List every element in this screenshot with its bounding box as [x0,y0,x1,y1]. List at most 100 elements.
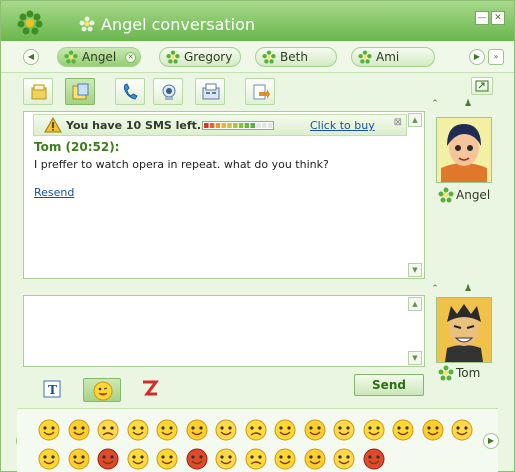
title-bar[interactable]: Angel conversation — ✕ [1,1,514,41]
tab-ami[interactable]: Ami [351,47,435,67]
confused-emoticon-icon[interactable] [244,418,268,442]
tab-angel[interactable]: Angel ✕ [57,47,141,67]
buy-sms-link[interactable]: Click to buy [310,119,375,132]
sleepy-emoticon-icon[interactable] [37,447,61,471]
contact-tab-strip: ◀ Angel ✕ Gregory Beth Ami ▶ » [1,41,514,73]
cold-emoticon-icon[interactable] [303,447,327,471]
waving-emoticon-icon[interactable] [450,418,474,442]
expand-window-button[interactable] [471,77,493,95]
scroll-down-icon[interactable]: ▼ [408,351,422,365]
sms-notice-bar: You have 10 SMS left. Click to buy ⊠ [33,114,407,136]
devil-emoticon-icon[interactable] [96,447,120,471]
sms-meter-segment [204,123,209,128]
close-tab-icon[interactable]: ✕ [125,52,136,63]
grin-emoticon-icon[interactable] [155,418,179,442]
laugh-emoticon-icon[interactable] [273,418,297,442]
happy-emoticon-icon[interactable] [273,447,297,471]
angel-avatar[interactable] [436,117,492,183]
puzzled-emoticon-icon[interactable] [126,447,150,471]
smirk-emoticon-icon[interactable] [67,447,91,471]
angel-emoticon-icon[interactable] [362,418,386,442]
send-button[interactable]: Send [354,374,424,396]
surprised-emoticon-icon[interactable] [126,418,150,442]
online-flower-icon [64,50,78,64]
text-format-icon: T [43,380,61,398]
sms-meter-segment [233,123,238,128]
tab-label: Gregory [184,50,233,64]
angry-emoticon-icon[interactable] [185,447,209,471]
crying-emoticon-icon[interactable] [244,447,268,471]
emoticon-icon [93,381,113,401]
emoticon-button[interactable] [83,378,121,402]
svg-text:T: T [48,383,57,397]
sheep-emoticon-icon[interactable] [332,447,356,471]
scroll-track[interactable] [408,311,423,351]
send-file-button[interactable] [245,78,275,105]
scroll-up-icon[interactable]: ▲ [408,297,422,311]
collapse-avatar-icon[interactable]: ⌃ [428,284,442,294]
tongue-emoticon-icon[interactable] [214,418,238,442]
emoticon-panel [17,408,498,472]
close-button[interactable]: ✕ [491,11,505,25]
online-flower-icon [262,50,276,64]
sms-icon [72,83,89,100]
blush-emoticon-icon[interactable] [303,418,327,442]
contact-details-icon[interactable]: ♟ [461,284,475,294]
history-scrollbar[interactable]: ▲ ▼ [408,113,423,279]
notes-button[interactable] [23,78,53,105]
collapse-avatar-icon[interactable]: ⌃ [428,99,442,109]
sad-emoticon-icon[interactable] [96,418,120,442]
angel-avatar-image [437,118,491,182]
sms-meter-segment [215,123,221,128]
cool-emoticon-icon[interactable] [185,418,209,442]
close-notice-icon[interactable]: ⊠ [394,117,402,128]
minimize-button[interactable]: — [475,11,489,25]
chat-history-panel[interactable]: You have 10 SMS left. Click to buy ⊠ Tom… [23,111,425,279]
fax-icon [202,83,220,100]
heart-emoticon-icon[interactable] [362,447,386,471]
webcam-icon [162,84,176,100]
tab-beth[interactable]: Beth [255,47,337,67]
tabs-list-button[interactable]: » [488,49,504,65]
sms-meter-fill [204,123,273,128]
sms-meter-segment [244,123,250,128]
tab-gregory[interactable]: Gregory [159,47,241,67]
online-flower-icon [438,365,454,381]
shy-emoticon-icon[interactable] [421,418,445,442]
online-flower-icon [438,187,454,203]
scroll-up-icon[interactable]: ▲ [408,113,422,127]
fax-button[interactable] [195,78,225,105]
message-input[interactable]: ▲ ▼ [23,295,425,367]
nerd-emoticon-icon[interactable] [214,447,238,471]
input-scrollbar[interactable]: ▲ ▼ [408,297,423,367]
sms-meter-segment [209,123,215,128]
tabs-scroll-right-button[interactable]: ▶ [469,49,485,65]
window-title: Angel conversation [101,15,256,34]
smile-emoticon-icon[interactable] [37,418,61,442]
tab-label: Beth [280,50,308,64]
sms-meter [202,121,274,130]
video-button[interactable] [153,78,183,105]
emoticons-scroll-right-button[interactable]: ▶ [483,433,499,449]
notes-icon [31,84,47,100]
kiss-emoticon-icon[interactable] [391,418,415,442]
tom-avatar[interactable] [436,297,492,363]
sms-button[interactable] [65,78,95,105]
contact-details-icon[interactable]: ♟ [461,99,475,109]
scroll-track[interactable] [408,127,423,263]
sick-emoticon-icon[interactable] [332,418,356,442]
message-text: I preffer to watch opera in repeat. what… [34,158,329,171]
love-emoticon-icon[interactable] [155,447,179,471]
nudge-button[interactable] [139,378,163,402]
scroll-down-icon[interactable]: ▼ [408,263,422,277]
call-button[interactable] [115,78,145,105]
tom-avatar-image [437,298,491,362]
online-flower-icon [358,50,372,64]
resend-link[interactable]: Resend [34,186,74,199]
sms-meter-segment [267,123,273,128]
text-format-button[interactable]: T [41,378,65,402]
tabs-scroll-left-button[interactable]: ◀ [23,49,39,65]
phone-icon [124,83,138,100]
tab-label: Angel [82,50,117,64]
wink-emoticon-icon[interactable] [67,418,91,442]
